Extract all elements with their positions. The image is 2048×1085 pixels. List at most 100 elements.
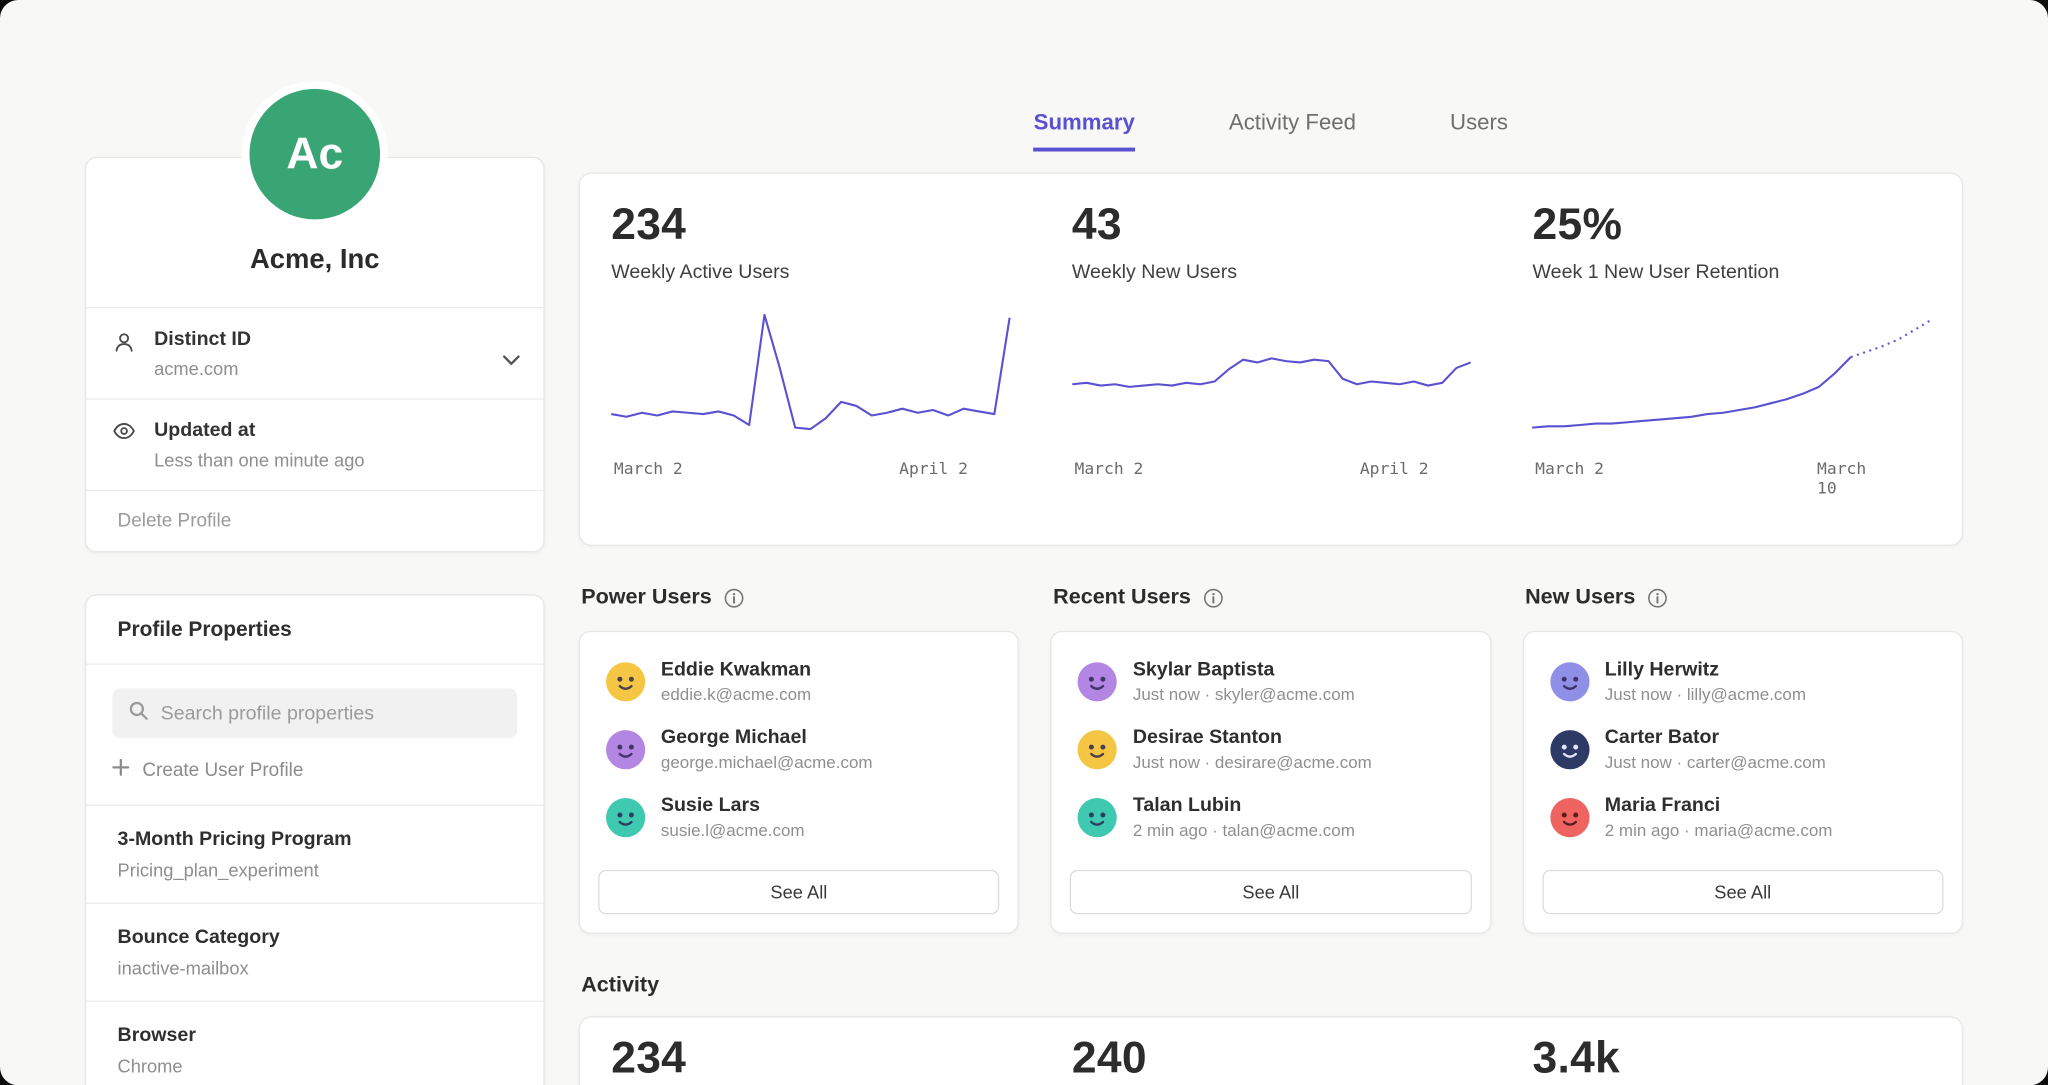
stat-label: Weekly New Users: [1072, 261, 1470, 283]
user-name: Talan Lubin: [1133, 794, 1355, 816]
user-avatar: [1078, 662, 1117, 701]
user-subtext: Just now · carter@acme.com: [1605, 752, 1826, 772]
distinct-id-row[interactable]: Distinct ID acme.com: [86, 307, 543, 398]
field-label: Distinct ID: [154, 328, 251, 350]
user-name: Carter Bator: [1605, 726, 1826, 748]
tab-users[interactable]: Users: [1450, 110, 1508, 152]
user-row[interactable]: Susie Lars susie.l@acme.com: [598, 794, 999, 840]
profile-sidebar: Ac Acme, Inc Distinct ID acme.com: [85, 89, 545, 1085]
user-name: Desirae Stanton: [1133, 726, 1372, 748]
recent-users-card: Skylar Baptista Just now · skyler@acme.c…: [1051, 631, 1492, 934]
stat-weekly-new-users: 43 Weekly New Users March 2 April 2: [1041, 174, 1502, 545]
main-content: Summary Activity Feed Users 234 Weekly A…: [579, 110, 1963, 1085]
tab-bar: Summary Activity Feed Users: [579, 110, 1963, 152]
company-avatar: Ac: [249, 89, 380, 220]
user-avatar: [1078, 729, 1117, 768]
property-row[interactable]: Bounce Category inactive-mailbox: [86, 903, 543, 1001]
user-subtext: 2 min ago · maria@acme.com: [1605, 820, 1833, 840]
person-icon: [112, 328, 138, 379]
x-tick: March 2: [1075, 458, 1144, 478]
face-icon: [1078, 797, 1117, 836]
user-name: Eddie Kwakman: [661, 658, 811, 680]
info-icon[interactable]: [1647, 587, 1668, 608]
face-icon: [606, 729, 645, 768]
face-icon: [1550, 662, 1589, 701]
chart-x-axis: March 2 March 10: [1533, 458, 1931, 484]
property-label: 3-Month Pricing Program: [118, 828, 512, 850]
chart-x-axis: March 2 April 2: [611, 458, 1009, 484]
recent-users-title: Recent Users: [1053, 585, 1191, 610]
info-icon[interactable]: [1203, 587, 1224, 608]
activity-stat: 234: [580, 1017, 1041, 1085]
property-row[interactable]: Browser Chrome: [86, 1000, 543, 1085]
face-icon: [1550, 729, 1589, 768]
user-row[interactable]: Maria Franci 2 min ago · maria@acme.com: [1542, 794, 1943, 840]
property-label: Bounce Category: [118, 926, 512, 948]
property-row[interactable]: 3-Month Pricing Program Pricing_plan_exp…: [86, 805, 543, 903]
weekly-active-users-chart: [611, 304, 1009, 450]
search-icon: [128, 699, 149, 726]
create-user-profile-button[interactable]: Create User Profile: [112, 759, 517, 781]
stat-value: 240: [1072, 1033, 1470, 1084]
power-users-section: Power Users: [579, 585, 1020, 934]
field-label: Updated at: [154, 419, 364, 441]
property-label: Browser: [118, 1024, 512, 1046]
x-tick: March 2: [614, 458, 683, 478]
chevron-down-icon[interactable]: [503, 348, 520, 372]
tab-activity-feed[interactable]: Activity Feed: [1229, 110, 1356, 152]
user-avatar: [606, 662, 645, 701]
create-user-profile-label: Create User Profile: [142, 760, 303, 781]
user-subtext: Just now · skyler@acme.com: [1133, 684, 1355, 704]
delete-profile-button[interactable]: Delete Profile: [86, 490, 543, 551]
user-row[interactable]: Carter Bator Just now · carter@acme.com: [1542, 726, 1943, 772]
recent-users-heading: Recent Users: [1053, 585, 1491, 610]
stat-value: 25%: [1533, 200, 1931, 251]
user-row[interactable]: Desirae Stanton Just now · desirare@acme…: [1070, 726, 1471, 772]
user-subtext: Just now · desirare@acme.com: [1133, 752, 1372, 772]
eye-icon: [112, 419, 138, 470]
user-subtext: susie.l@acme.com: [661, 820, 805, 840]
user-name: George Michael: [661, 726, 873, 748]
stat-value: 3.4k: [1533, 1033, 1931, 1084]
user-row[interactable]: Skylar Baptista Just now · skyler@acme.c…: [1070, 658, 1471, 704]
face-icon: [606, 797, 645, 836]
new-users-title: New Users: [1525, 585, 1635, 610]
user-subtext: Just now · lilly@acme.com: [1605, 684, 1806, 704]
stat-value: 234: [611, 200, 1009, 251]
field-value: acme.com: [154, 358, 251, 379]
user-row[interactable]: George Michael george.michael@acme.com: [598, 726, 999, 772]
summary-stats-card: 234 Weekly Active Users March 2 April 2 …: [579, 172, 1963, 546]
x-tick: April 2: [1360, 458, 1429, 478]
user-row[interactable]: Talan Lubin 2 min ago · talan@acme.com: [1070, 794, 1471, 840]
new-users-heading: New Users: [1525, 585, 1963, 610]
face-icon: [1550, 797, 1589, 836]
new-users-section: New Users: [1522, 585, 1963, 934]
recent-users-section: Recent Users: [1051, 585, 1492, 934]
see-all-button[interactable]: See All: [598, 870, 999, 914]
power-users-heading: Power Users: [581, 585, 1019, 610]
profile-properties-search[interactable]: [112, 688, 517, 738]
user-avatar: [606, 729, 645, 768]
x-tick: March 2: [1535, 458, 1604, 478]
chart-x-axis: March 2 April 2: [1072, 458, 1470, 484]
see-all-button[interactable]: See All: [1542, 870, 1943, 914]
user-name: Maria Franci: [1605, 794, 1833, 816]
user-avatar: [1078, 797, 1117, 836]
user-name: Skylar Baptista: [1133, 658, 1355, 680]
weekly-new-users-chart: [1072, 304, 1470, 450]
info-icon[interactable]: [724, 587, 745, 608]
user-avatar: [606, 797, 645, 836]
user-row[interactable]: Lilly Herwitz Just now · lilly@acme.com: [1542, 658, 1943, 704]
see-all-button[interactable]: See All: [1070, 870, 1471, 914]
power-users-title: Power Users: [581, 585, 712, 610]
user-row[interactable]: Eddie Kwakman eddie.k@acme.com: [598, 658, 999, 704]
x-tick: April 2: [899, 458, 968, 478]
user-subtext: george.michael@acme.com: [661, 752, 873, 772]
field-value: Less than one minute ago: [154, 449, 364, 470]
tab-summary[interactable]: Summary: [1034, 110, 1135, 152]
user-subtext: eddie.k@acme.com: [661, 684, 811, 704]
face-icon: [1078, 662, 1117, 701]
user-lists-row: Power Users: [579, 585, 1963, 934]
search-input[interactable]: [161, 702, 502, 724]
face-icon: [606, 662, 645, 701]
